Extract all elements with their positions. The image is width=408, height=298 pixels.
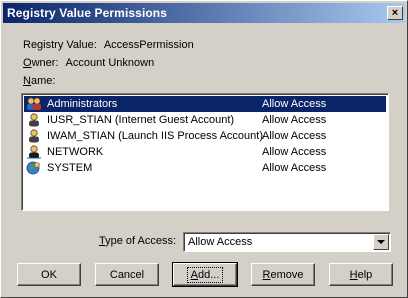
owner-row: Owner: Account Unknown: [23, 57, 154, 69]
add-button[interactable]: Add...: [172, 262, 238, 287]
entry-name: IWAM_STIAN (Launch IIS Process Account): [47, 130, 264, 142]
type-of-access-select[interactable]: Allow Access: [183, 232, 391, 252]
registry-value-text: AccessPermission: [103, 39, 194, 51]
cancel-button[interactable]: Cancel: [95, 263, 159, 286]
ok-button[interactable]: OK: [17, 263, 81, 286]
chevron-down-icon: [377, 240, 385, 244]
title-bar[interactable]: Registry Value Permissions ×: [3, 3, 405, 23]
group-icon: [25, 96, 43, 112]
type-of-access-value: Allow Access: [188, 236, 253, 248]
user-icon: [25, 128, 43, 144]
system-icon: [25, 160, 43, 176]
entry-access: Allow Access: [262, 98, 327, 110]
list-item-iwam[interactable]: IWAM_STIAN (Launch IIS Process Account) …: [24, 128, 386, 144]
owner-value: Account Unknown: [65, 57, 155, 69]
remove-button[interactable]: Remove: [251, 263, 315, 286]
registry-value-row: Registry Value: AccessPermission: [23, 39, 194, 51]
close-button[interactable]: ×: [387, 6, 403, 20]
entry-access: Allow Access: [262, 130, 327, 142]
type-of-access-label: Type of Access:: [99, 235, 177, 247]
entry-name: NETWORK: [47, 146, 104, 158]
list-item-system[interactable]: SYSTEM Allow Access: [24, 160, 386, 176]
dropdown-arrow-button[interactable]: [373, 234, 389, 250]
user-icon: [25, 112, 43, 128]
help-button[interactable]: Help: [329, 263, 393, 286]
owner-label: Owner:: [23, 57, 59, 69]
entry-access: Allow Access: [262, 114, 327, 126]
list-item-network[interactable]: NETWORK Allow Access: [24, 144, 386, 160]
list-item-iusr[interactable]: IUSR_STIAN (Internet Guest Account) Allo…: [24, 112, 386, 128]
dialog-window: Registry Value Permissions × Registry Va…: [0, 0, 408, 298]
help-button-label: Help: [349, 268, 373, 281]
permissions-list[interactable]: Administrators Allow Access IUSR_STIAN (…: [21, 93, 389, 211]
entry-access: Allow Access: [262, 162, 327, 174]
entry-access: Allow Access: [262, 146, 327, 158]
add-button-label: Add...: [186, 266, 224, 283]
network-user-icon: [25, 144, 43, 160]
list-item-administrators[interactable]: Administrators Allow Access: [24, 96, 386, 112]
remove-button-label: Remove: [262, 268, 304, 281]
registry-value-label: Registry Value:: [23, 39, 97, 51]
entry-name: SYSTEM: [47, 162, 93, 174]
ok-button-label: OK: [41, 268, 57, 281]
entry-name: Administrators: [47, 98, 118, 110]
entry-name: IUSR_STIAN (Internet Guest Account): [47, 114, 235, 126]
window-title: Registry Value Permissions: [7, 6, 168, 20]
name-label: Name:: [23, 75, 56, 87]
close-icon: ×: [391, 6, 399, 19]
cancel-button-label: Cancel: [109, 268, 145, 281]
